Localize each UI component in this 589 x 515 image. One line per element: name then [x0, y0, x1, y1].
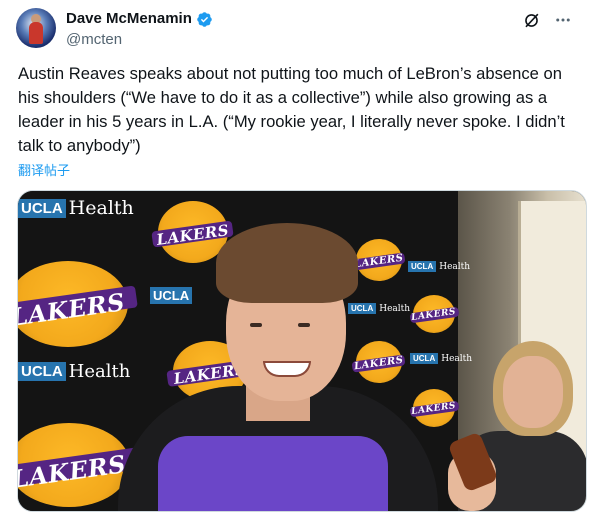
eye [250, 323, 262, 327]
ucla-box: UCLA [18, 362, 66, 381]
health-text: Health [439, 261, 471, 272]
tweet-video-thumbnail[interactable]: UCLA Health LAKERS LAKERS LAKERS LAKERS … [17, 190, 587, 512]
more-options-icon[interactable] [553, 10, 573, 30]
reporter [447, 341, 586, 511]
eye [298, 323, 310, 327]
reporter-face [503, 356, 563, 428]
grok-icon-svg [524, 13, 538, 27]
more-options-icon-svg [556, 18, 570, 22]
tweet-text: Austin Reaves speaks about not putting t… [18, 64, 565, 155]
lakers-wordmark: LAKERS [17, 287, 127, 333]
ucla-box: UCLA [18, 198, 66, 218]
grok-icon[interactable] [521, 10, 541, 30]
purple-jersey [158, 436, 388, 511]
verified-badge-icon[interactable] [196, 11, 213, 28]
header-actions [521, 10, 573, 30]
author-name-row: Dave McMenamin [66, 9, 213, 29]
interviewee [118, 211, 438, 511]
author-info: Dave McMenamin @mcten [66, 9, 213, 50]
ucla-health-logo: UCLA Health [18, 197, 134, 219]
hair [216, 223, 358, 303]
author-display-name[interactable]: Dave McMenamin [66, 9, 192, 29]
ucla-health-logo: UCLA Health [18, 361, 130, 382]
avatar-figure-shape [29, 22, 43, 44]
translate-post-link[interactable]: 翻译帖子 [18, 160, 70, 179]
author-avatar[interactable] [16, 8, 56, 48]
author-handle[interactable]: @mcten [66, 30, 213, 50]
